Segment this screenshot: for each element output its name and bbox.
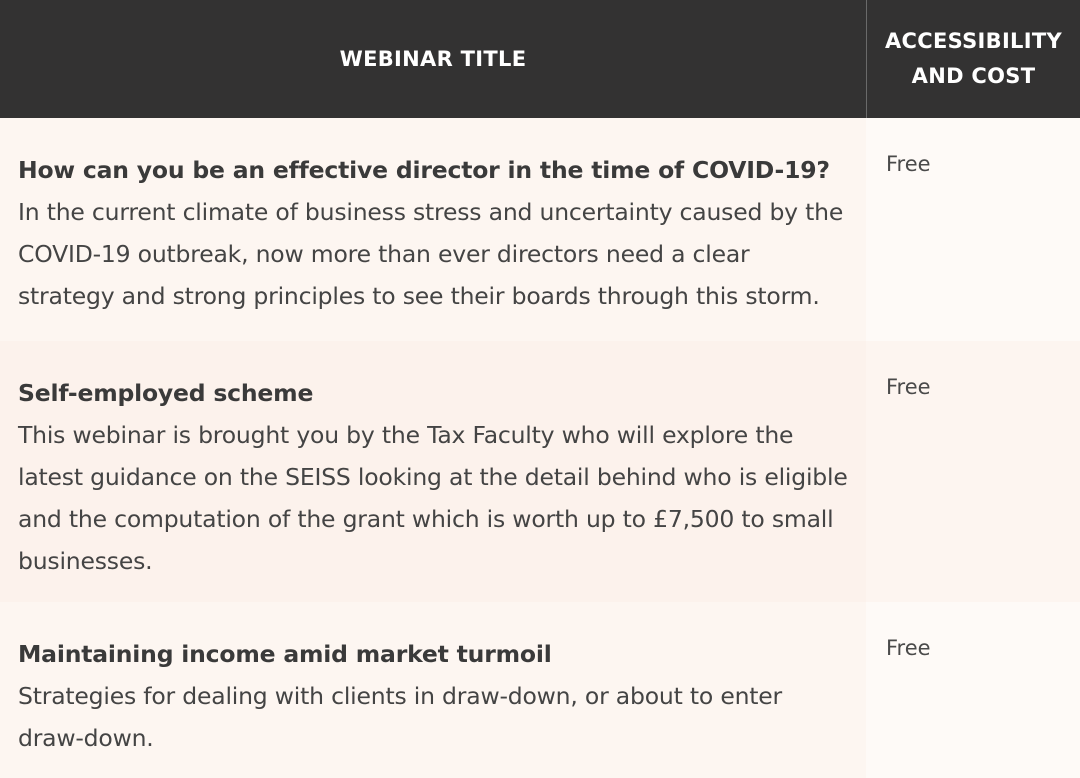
column-header-accessibility-cost: ACCESSIBILITY AND COST xyxy=(866,0,1080,118)
webinar-title-cell: Maintaining income amid market turmoil S… xyxy=(0,602,866,778)
webinar-name: Maintaining income amid market turmoil xyxy=(18,640,552,668)
webinar-name: How can you be an effective director in … xyxy=(18,156,830,184)
webinar-name: Self-employed scheme xyxy=(18,379,314,407)
table-row: Self-employed scheme This webinar is bro… xyxy=(0,341,1080,602)
webinar-table: WEBINAR TITLE ACCESSIBILITY AND COST How… xyxy=(0,0,1080,778)
webinar-cost: Free xyxy=(866,341,1080,602)
table-row: Maintaining income amid market turmoil S… xyxy=(0,602,1080,778)
table-header: WEBINAR TITLE ACCESSIBILITY AND COST xyxy=(0,0,1080,118)
webinar-description: In the current climate of business stres… xyxy=(18,198,844,310)
webinar-description: This webinar is brought you by the Tax F… xyxy=(18,421,848,575)
table-row: How can you be an effective director in … xyxy=(0,118,1080,341)
webinar-title-cell: Self-employed scheme This webinar is bro… xyxy=(0,341,866,602)
webinar-title-cell: How can you be an effective director in … xyxy=(0,118,866,341)
webinar-cost: Free xyxy=(866,602,1080,778)
webinar-description: Strategies for dealing with clients in d… xyxy=(18,682,783,752)
column-header-webinar-title: WEBINAR TITLE xyxy=(339,46,527,71)
webinar-cost: Free xyxy=(866,118,1080,341)
